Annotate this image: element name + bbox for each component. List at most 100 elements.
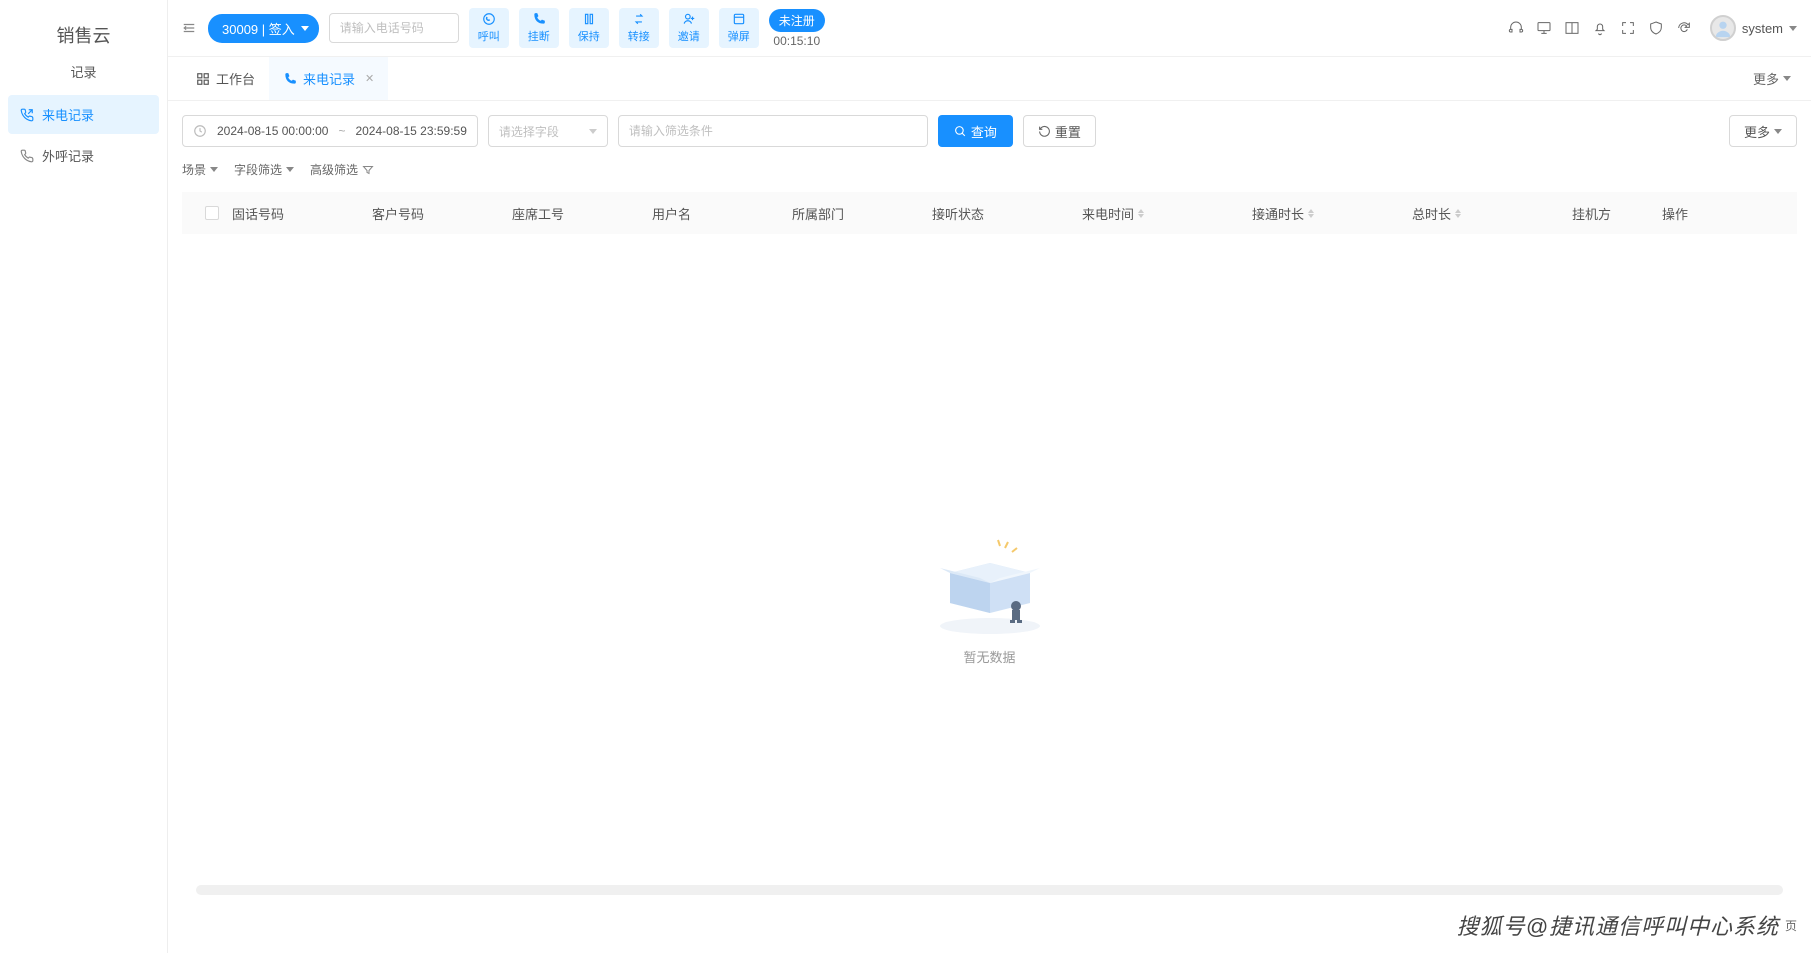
search-icon — [954, 125, 967, 138]
collapse-sidebar-button[interactable] — [182, 20, 198, 36]
user-name: system — [1742, 21, 1783, 36]
avatar — [1710, 15, 1736, 41]
user-plus-icon — [682, 12, 696, 26]
reset-button[interactable]: 重置 — [1023, 115, 1096, 147]
footer-row: 搜狐号@捷讯通信呼叫中心系统 页 — [168, 901, 1811, 953]
sidebar-item-label: 外呼记录 — [42, 146, 94, 165]
th-actions: 操作 — [1662, 204, 1732, 223]
fullscreen-icon[interactable] — [1620, 20, 1636, 36]
refresh-icon[interactable] — [1676, 20, 1692, 36]
headset-icon[interactable] — [1508, 20, 1524, 36]
empty-box-icon — [920, 533, 1060, 633]
chevron-down-icon — [1783, 76, 1791, 81]
table: 固话号码 客户号码 座席工号 用户名 所属部门 接听状态 来电时间 接通时长 总… — [168, 192, 1811, 901]
th-call-time[interactable]: 来电时间 — [1082, 204, 1252, 223]
tab-label: 工作台 — [216, 69, 255, 88]
popup-icon — [732, 12, 746, 26]
user-menu[interactable]: system — [1710, 15, 1797, 41]
date-start: 2024-08-15 00:00:00 — [217, 124, 328, 138]
search-button[interactable]: 查询 — [938, 115, 1013, 147]
field-select[interactable]: 请选择字段 — [488, 115, 608, 147]
chevron-down-icon — [286, 167, 294, 172]
sort-icon — [1138, 209, 1144, 218]
chevron-down-icon — [301, 26, 309, 31]
agent-chip-label: 30009 | 签入 — [222, 19, 295, 38]
field-placeholder: 请选择字段 — [499, 123, 559, 140]
action-label: 呼叫 — [478, 28, 500, 44]
monitor-icon[interactable] — [1536, 20, 1552, 36]
sort-icon — [1308, 209, 1314, 218]
phone-icon — [532, 12, 546, 26]
horizontal-scrollbar[interactable] — [196, 885, 1783, 895]
shield-icon[interactable] — [1648, 20, 1664, 36]
transfer-icon — [632, 12, 646, 26]
scene-filter[interactable]: 场景 — [182, 161, 218, 178]
chevron-down-icon — [210, 167, 218, 172]
th-username: 用户名 — [652, 204, 792, 223]
filter-more-button[interactable]: 更多 — [1729, 115, 1797, 147]
action-label: 邀请 — [678, 28, 700, 44]
whatsapp-icon — [482, 12, 496, 26]
tab-workbench[interactable]: 工作台 — [182, 57, 269, 100]
th-department: 所属部门 — [792, 204, 932, 223]
action-label: 转接 — [628, 28, 650, 44]
hold-button[interactable]: 保持 — [569, 8, 609, 48]
action-label: 挂断 — [528, 28, 550, 44]
hangup-button[interactable]: 挂断 — [519, 8, 559, 48]
popup-button[interactable]: 弹屏 — [719, 8, 759, 48]
th-total-duration[interactable]: 总时长 — [1412, 204, 1572, 223]
bell-icon[interactable] — [1592, 20, 1608, 36]
date-end: 2024-08-15 23:59:59 — [355, 124, 466, 138]
empty-text: 暂无数据 — [963, 647, 1015, 666]
tab-incoming-records[interactable]: 来电记录 ✕ — [269, 57, 388, 100]
sidebar-item-outgoing-records[interactable]: 外呼记录 — [8, 136, 159, 175]
call-button[interactable]: 呼叫 — [469, 8, 509, 48]
secondary-filters: 场景 字段筛选 高级筛选 — [168, 157, 1811, 192]
phone-number-input[interactable] — [329, 13, 459, 43]
transfer-button[interactable]: 转接 — [619, 8, 659, 48]
phone-incoming-icon — [283, 72, 297, 86]
status-block: 未注册 00:15:10 — [769, 9, 825, 48]
search-label: 查询 — [971, 122, 997, 141]
date-separator: ~ — [338, 124, 345, 138]
sidebar-section-title: 记录 — [0, 56, 167, 95]
columns-icon[interactable] — [1564, 20, 1580, 36]
field-filter-tag[interactable]: 字段筛选 — [234, 161, 294, 178]
th-agent-id: 座席工号 — [512, 204, 652, 223]
chevron-down-icon — [589, 129, 597, 134]
filter-icon — [362, 164, 374, 176]
date-range-picker[interactable]: 2024-08-15 00:00:00 ~ 2024-08-15 23:59:5… — [182, 115, 478, 147]
close-icon[interactable]: ✕ — [365, 72, 374, 85]
phone-incoming-icon — [20, 108, 34, 122]
action-label: 弹屏 — [728, 28, 750, 44]
th-landline: 固话号码 — [232, 204, 372, 223]
th-customer-number: 客户号码 — [372, 204, 512, 223]
table-header: 固话号码 客户号码 座席工号 用户名 所属部门 接听状态 来电时间 接通时长 总… — [182, 192, 1797, 234]
th-hangup-side: 挂机方 — [1572, 204, 1662, 223]
sidebar-item-incoming-records[interactable]: 来电记录 — [8, 95, 159, 134]
app-logo: 销售云 — [0, 0, 167, 56]
chevron-down-icon — [1789, 26, 1797, 31]
reset-icon — [1038, 125, 1051, 138]
grid-icon — [196, 72, 210, 86]
more-label: 更多 — [1744, 122, 1770, 141]
pagination-text: 页 — [1785, 917, 1797, 934]
agent-status-chip[interactable]: 30009 | 签入 — [208, 14, 319, 43]
pause-icon — [582, 12, 596, 26]
clock-icon — [193, 124, 207, 138]
advanced-filter-tag[interactable]: 高级筛选 — [310, 161, 374, 178]
th-answer-status: 接听状态 — [932, 204, 1082, 223]
tabs-more-button[interactable]: 更多 — [1747, 69, 1797, 88]
invite-button[interactable]: 邀请 — [669, 8, 709, 48]
register-status-chip: 未注册 — [769, 9, 825, 32]
th-connected-duration[interactable]: 接通时长 — [1252, 204, 1412, 223]
phone-outgoing-icon — [20, 149, 34, 163]
tabs-row: 工作台 来电记录 ✕ 更多 — [168, 57, 1811, 101]
sidebar: 销售云 记录 来电记录 外呼记录 — [0, 0, 168, 953]
watermark-text: 搜狐号@捷讯通信呼叫中心系统 — [1457, 909, 1779, 941]
session-timer: 00:15:10 — [773, 34, 820, 48]
filter-condition-input[interactable] — [618, 115, 928, 147]
action-label: 保持 — [578, 28, 600, 44]
select-all-checkbox[interactable] — [192, 206, 232, 220]
tab-label: 来电记录 — [303, 69, 355, 88]
